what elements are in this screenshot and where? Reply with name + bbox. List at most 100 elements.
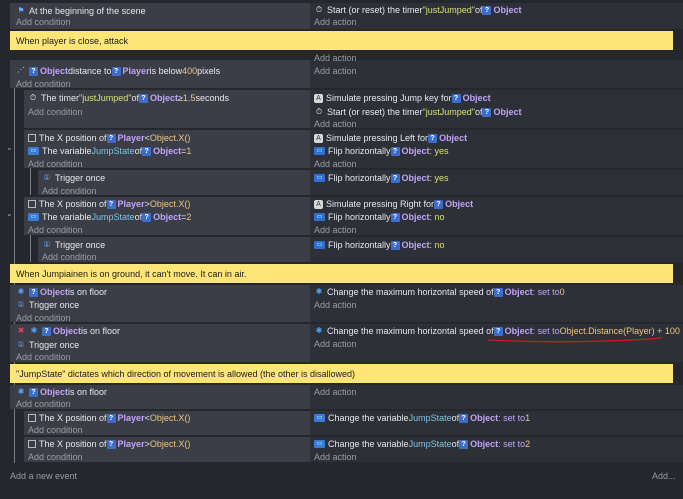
condition-on-floor[interactable]: ✱ ? Object is on floor xyxy=(16,287,107,297)
checkbox-icon xyxy=(28,200,36,208)
object-icon: ? xyxy=(29,387,38,397)
action-simulate-left[interactable]: A Simulate pressing Left for ? Object xyxy=(314,133,467,143)
add-condition-button[interactable]: Add condition xyxy=(28,107,83,117)
condition-trigger-once[interactable]: ① Trigger once xyxy=(16,340,79,350)
add-condition-button[interactable]: Add condition xyxy=(16,79,71,89)
condition-trigger-once[interactable]: ① Trigger once xyxy=(42,240,105,250)
condition-trigger-once[interactable]: ① Trigger once xyxy=(16,300,79,310)
player-icon: ? xyxy=(106,199,116,209)
object-icon: ? xyxy=(390,240,400,250)
timer-icon: ⏱ xyxy=(315,107,323,116)
condition-variable[interactable]: ▭ The variable JumpState of ? Object = 2 xyxy=(28,212,191,222)
add-action-button[interactable]: Add action xyxy=(314,452,357,462)
condition-x-position[interactable]: The X position of ? Player < Object.X() xyxy=(28,413,190,423)
add-condition-button[interactable]: Add condition xyxy=(28,159,83,169)
action-flip[interactable]: ▭ Flip horizontally ? Object : yes xyxy=(314,173,449,183)
condition-on-floor[interactable]: ✱ ? Object is on floor xyxy=(16,387,107,397)
object-icon: ? xyxy=(451,93,461,103)
add-action-button[interactable]: Add action xyxy=(314,53,357,63)
condition-x-position[interactable]: The X position of ? Player > Object.X() xyxy=(28,199,190,209)
chevron-down-icon[interactable]: ⌄ xyxy=(6,209,13,218)
variable-icon: ▭ xyxy=(314,414,325,422)
chevron-down-icon[interactable]: ⌄ xyxy=(6,143,13,152)
add-action-button[interactable]: Add action xyxy=(314,159,357,169)
flag-icon: ⚑ xyxy=(17,5,25,15)
object-icon: ? xyxy=(390,212,400,222)
checkbox-icon xyxy=(28,440,36,448)
add-condition-button[interactable]: Add condition xyxy=(16,352,71,362)
flip-icon: ▭ xyxy=(314,241,325,249)
condition-beginning-of-scene[interactable]: ⚑ At the beginning of the scene xyxy=(16,5,145,16)
object-icon: ? xyxy=(390,173,400,183)
add-action-button[interactable]: Add action xyxy=(314,339,357,349)
object-icon: ? xyxy=(434,199,444,209)
add-condition-button[interactable]: Add condition xyxy=(42,252,97,262)
add-condition-button[interactable]: Add condition xyxy=(28,452,83,462)
action-start-timer[interactable]: ⏱ Start (or reset) the timer "justJumped… xyxy=(314,107,522,117)
comment-event[interactable]: "JumpState" dictates which direction of … xyxy=(10,364,673,383)
action-simulate-right[interactable]: A Simulate pressing Right for ? Object xyxy=(314,199,473,209)
trigger-once-icon: ① xyxy=(43,240,51,249)
object-icon: ? xyxy=(142,146,152,156)
keyboard-icon: A xyxy=(314,199,323,209)
annotation-underline xyxy=(487,336,662,343)
object-icon: ? xyxy=(482,107,492,117)
add-condition-button[interactable]: Add condition xyxy=(16,399,71,409)
add-action-button[interactable]: Add action xyxy=(314,17,357,27)
comment-event[interactable]: When player is close, attack xyxy=(10,31,673,50)
condition-x-position[interactable]: The X position of ? Player < Object.X() xyxy=(28,133,190,143)
player-icon: ? xyxy=(106,439,116,449)
keyboard-icon: A xyxy=(314,93,323,103)
platformer-icon: ✱ xyxy=(30,326,38,335)
add-condition-button[interactable]: Add condition xyxy=(16,313,71,323)
condition-on-floor-inverted[interactable]: ✖ ✱ ? Object is on floor xyxy=(16,326,120,336)
comment-event[interactable]: When Jumpiainen is on ground, it can't m… xyxy=(10,264,673,283)
add-condition-button[interactable]: Add condition xyxy=(28,225,83,235)
object-icon: ? xyxy=(390,146,400,156)
flip-icon: ▭ xyxy=(314,147,325,155)
flip-icon: ▭ xyxy=(314,174,325,182)
object-icon: ? xyxy=(493,287,503,297)
object-icon: ? xyxy=(428,133,438,143)
platformer-icon: ✱ xyxy=(315,326,323,335)
action-max-speed[interactable]: ✱ Change the maximum horizontal speed of… xyxy=(314,287,565,297)
distance-icon: ⋰ xyxy=(17,67,25,74)
platformer-icon: ✱ xyxy=(17,387,25,396)
action-change-variable[interactable]: ▭ Change the variable JumpState of ? Obj… xyxy=(314,439,530,449)
platformer-icon: ✱ xyxy=(17,287,25,296)
checkbox-icon xyxy=(28,134,36,142)
add-action-button[interactable]: Add action xyxy=(314,300,357,310)
keyboard-icon: A xyxy=(314,133,323,143)
variable-icon: ▭ xyxy=(314,440,325,448)
condition-trigger-once[interactable]: ① Trigger once xyxy=(42,173,105,183)
action-flip[interactable]: ▭ Flip horizontally ? Object : no xyxy=(314,240,445,250)
trigger-once-icon: ① xyxy=(17,340,25,349)
add-condition-button[interactable]: Add condition xyxy=(28,425,83,435)
action-start-timer[interactable]: ⏱ Start (or reset) the timer "justJumped… xyxy=(314,5,522,15)
trigger-once-icon: ① xyxy=(43,173,51,182)
object-icon: ? xyxy=(459,439,469,449)
object-icon: ? xyxy=(459,413,469,423)
add-action-button[interactable]: Add action xyxy=(314,387,357,397)
action-flip[interactable]: ▭ Flip horizontally ? Object : yes xyxy=(314,146,449,156)
timer-icon: ⏱ xyxy=(315,5,323,14)
event-2-actions xyxy=(310,60,683,88)
condition-distance[interactable]: ⋰ ? Object distance to ? Player is below… xyxy=(16,66,221,76)
add-action-button[interactable]: Add action xyxy=(314,225,357,235)
add-condition-button[interactable]: Add condition xyxy=(16,17,71,27)
add-action-button[interactable]: Add action xyxy=(314,119,357,129)
add-new-event-button[interactable]: Add a new event xyxy=(10,471,77,481)
condition-variable[interactable]: ▭ The variable JumpState of ? Object = 1 xyxy=(28,146,191,156)
action-flip[interactable]: ▭ Flip horizontally ? Object : no xyxy=(314,212,445,222)
condition-x-position[interactable]: The X position of ? Player > Object.X() xyxy=(28,439,190,449)
add-action-button[interactable]: Add action xyxy=(314,66,357,76)
condition-timer[interactable]: ⏱ The timer "justJumped" of ? Object ≥ 1… xyxy=(28,93,229,103)
player-icon: ? xyxy=(106,413,116,423)
timer-icon: ⏱ xyxy=(29,93,37,102)
object-icon: ? xyxy=(138,93,148,103)
player-icon: ? xyxy=(111,66,121,76)
action-simulate-jump[interactable]: A Simulate pressing Jump key for ? Objec… xyxy=(314,93,491,103)
action-change-variable[interactable]: ▭ Change the variable JumpState of ? Obj… xyxy=(314,413,530,423)
add-condition-button[interactable]: Add condition xyxy=(42,186,97,196)
add-menu-button[interactable]: Add... xyxy=(652,471,676,481)
